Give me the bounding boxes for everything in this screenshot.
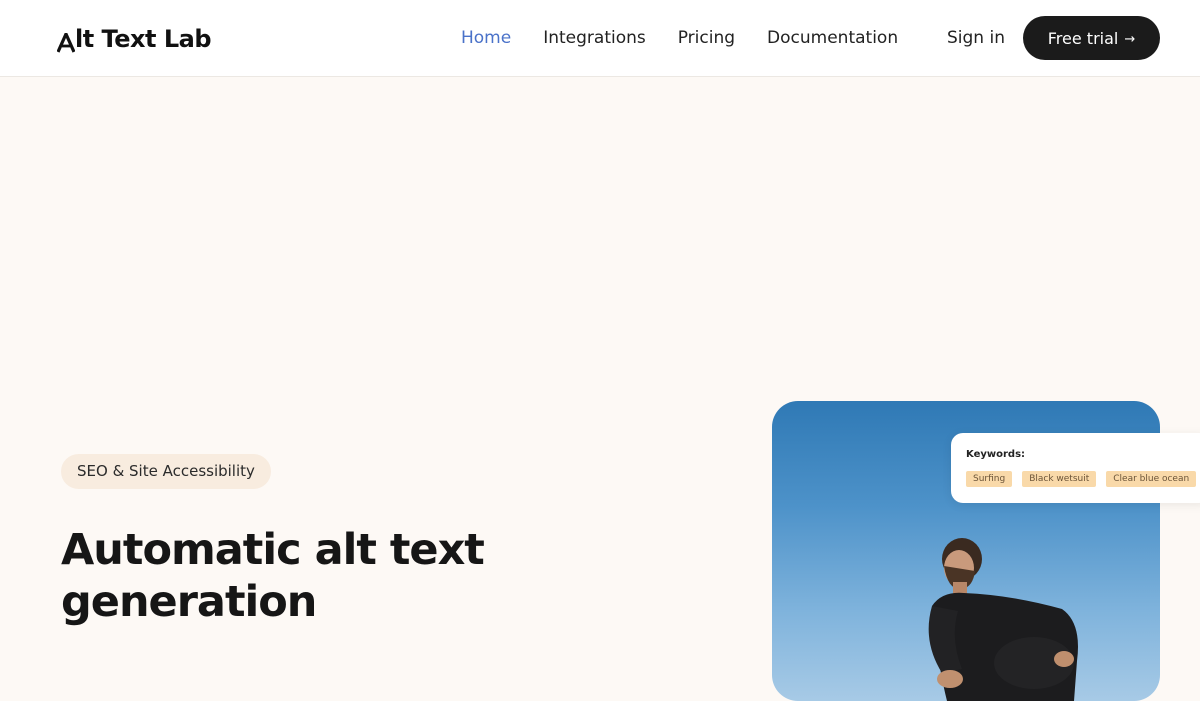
free-trial-label: Free trial — [1047, 28, 1119, 48]
nav-integrations[interactable]: Integrations — [543, 27, 646, 49]
nav-home[interactable]: Home — [461, 27, 511, 49]
keyword-tag: Surfing — [966, 471, 1013, 487]
nav-documentation[interactable]: Documentation — [767, 27, 898, 49]
arrow-right-icon: → — [1124, 31, 1136, 47]
free-trial-button[interactable]: Free trial → — [1023, 16, 1160, 60]
hero-title: Automatic alt text generation — [61, 525, 485, 627]
logo-a-icon — [56, 30, 76, 53]
keyword-tag: Black wetsuit — [1022, 471, 1097, 487]
nav-pricing[interactable]: Pricing — [678, 27, 735, 49]
keyword-tag: Clear blue ocean — [1106, 471, 1197, 487]
main-nav: Home Integrations Pricing Documentation — [461, 27, 898, 49]
category-badge: SEO & Site Accessibility — [61, 454, 271, 489]
keywords-card: Keywords: Surfing Black wetsuit Clear bl… — [951, 433, 1200, 503]
sign-in-link[interactable]: Sign in — [947, 27, 1005, 49]
site-header: lt Text Lab Home Integrations Pricing Do… — [0, 0, 1200, 77]
logo-text: lt Text Lab — [75, 25, 212, 53]
keywords-title: Keywords: — [966, 449, 1026, 460]
keyword-list: Surfing Black wetsuit Clear blue ocean — [966, 471, 1200, 487]
logo[interactable]: lt Text Lab — [56, 24, 212, 54]
